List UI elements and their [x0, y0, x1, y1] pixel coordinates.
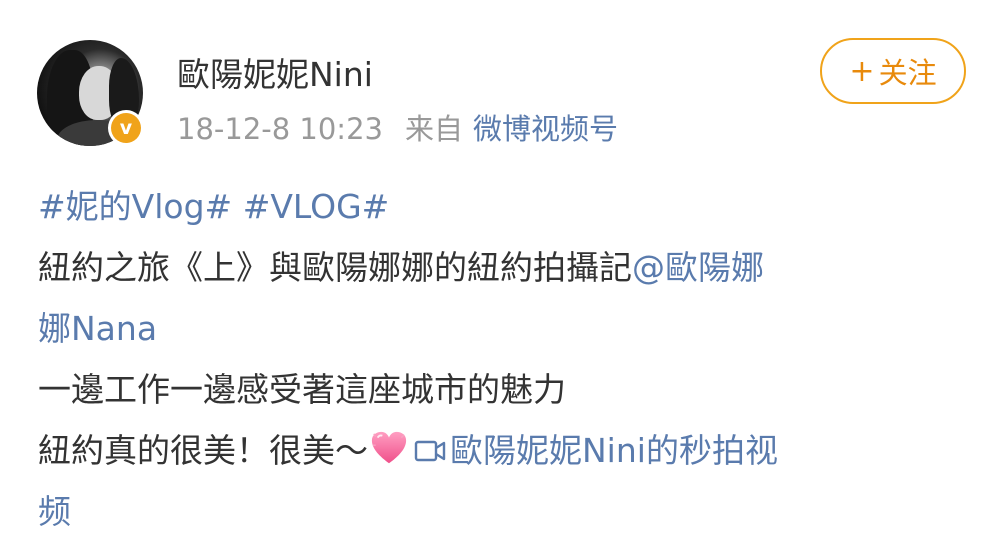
- plus-icon: +: [849, 53, 875, 89]
- content-text: 紐約真的很美！很美～: [38, 431, 368, 470]
- post-content: #妮的Vlog# #VLOG# 紐約之旅《上》與歐陽娜娜的紐約拍攝記@歐陽娜 娜…: [38, 176, 968, 542]
- verified-badge-icon: v: [108, 110, 144, 146]
- heart-icon: [370, 426, 408, 464]
- follow-label: 关注: [878, 56, 937, 90]
- mention-link[interactable]: @歐陽娜: [632, 248, 764, 287]
- source-prefix: 来自: [404, 112, 463, 146]
- content-line: 一邊工作一邊感受著這座城市的魅力: [38, 359, 968, 420]
- content-text: 紐約之旅《上》與歐陽娜娜的紐約拍攝記: [38, 248, 632, 287]
- content-line: 紐約之旅《上》與歐陽娜娜的紐約拍攝記@歐陽娜: [38, 237, 968, 298]
- follow-button[interactable]: + 关注: [820, 38, 966, 104]
- author-name[interactable]: 歐陽妮妮Nini: [177, 48, 373, 96]
- post-timestamp[interactable]: 18-12-8 10:23: [177, 112, 383, 146]
- hashtag-link[interactable]: #妮的Vlog#: [38, 187, 232, 226]
- source-link[interactable]: 微博视频号: [473, 112, 618, 146]
- content-text: 一邊工作一邊感受著這座城市的魅力: [38, 370, 566, 409]
- video-link-text[interactable]: 频: [38, 492, 71, 531]
- content-line: 娜Nana: [38, 298, 968, 359]
- hashtag-link[interactable]: #VLOG#: [243, 187, 390, 226]
- hashtag-line: #妮的Vlog# #VLOG#: [38, 176, 968, 237]
- content-line: 频: [38, 481, 968, 542]
- content-line: 紐約真的很美！很美～ 歐陽妮妮Nini的秒拍视: [38, 420, 968, 481]
- video-link-text: 歐陽妮妮Nini的秒拍视: [450, 431, 778, 470]
- video-camera-icon: [414, 440, 446, 462]
- mention-link[interactable]: 娜Nana: [38, 309, 157, 348]
- video-link[interactable]: 歐陽妮妮Nini的秒拍视: [414, 431, 778, 470]
- post-meta: 18-12-8 10:23 来自 微博视频号: [177, 106, 618, 148]
